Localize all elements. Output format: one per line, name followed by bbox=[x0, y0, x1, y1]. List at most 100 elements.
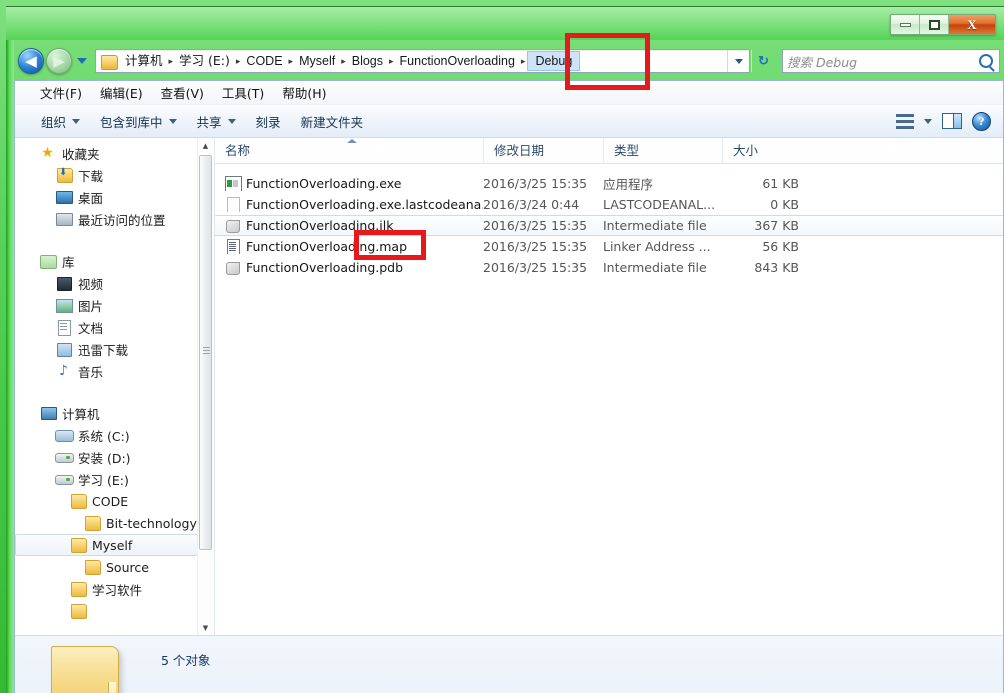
navigation-pane-scrollbar[interactable]: ▲ ▼ bbox=[197, 138, 212, 635]
file-date-cell: 2016/3/25 15:35 bbox=[483, 260, 588, 275]
sidebar-item-documents[interactable]: 文档 bbox=[15, 316, 214, 338]
menu-item-edit[interactable]: 编辑(E) bbox=[91, 81, 152, 104]
table-row[interactable]: FunctionOverloading.map 2016/3/25 15:35 … bbox=[215, 236, 1003, 257]
file-name-cell: FunctionOverloading.map bbox=[215, 239, 483, 254]
computer-icon bbox=[39, 405, 57, 421]
column-header-row: 名称 修改日期 类型 大小 bbox=[215, 137, 1003, 164]
folder-icon bbox=[69, 537, 87, 553]
file-type-cell: Intermediate file bbox=[603, 218, 707, 233]
chevron-right-icon: ▸ bbox=[520, 55, 526, 66]
table-row[interactable]: FunctionOverloading.pdb 2016/3/25 15:35 … bbox=[215, 257, 1003, 278]
search-input[interactable]: 搜索 Debug bbox=[782, 49, 1000, 73]
table-row[interactable]: FunctionOverloading.exe.lastcodeana... 2… bbox=[215, 194, 1003, 215]
toolbar-new-folder-button[interactable]: 新建文件夹 bbox=[291, 108, 374, 135]
breadcrumb-chevron-down-icon[interactable] bbox=[727, 50, 749, 72]
sidebar-item-bit-technology[interactable]: Bit-technology bbox=[15, 512, 214, 534]
breadcrumb[interactable]: 计算机 ▸ 学习 (E:) ▸ CODE ▸ Myself ▸ Blogs ▸ … bbox=[95, 49, 750, 73]
menu-item-help[interactable]: 帮助(H) bbox=[273, 81, 335, 104]
file-name-cell: FunctionOverloading.ilk bbox=[215, 218, 483, 233]
file-date-cell: 2016/3/25 15:35 bbox=[483, 218, 588, 233]
sidebar-item-downloads[interactable]: 下载 bbox=[15, 164, 214, 186]
file-date-cell: 2016/3/25 15:35 bbox=[483, 176, 588, 191]
breadcrumb-item-debug[interactable]: Debug bbox=[527, 51, 581, 71]
recent-locations-chevron-down-icon[interactable] bbox=[77, 58, 87, 64]
file-type-cell: LASTCODEANAL... bbox=[603, 197, 716, 212]
sidebar-item-favorites[interactable]: ★ 收藏夹 bbox=[15, 142, 214, 164]
sidebar-item-libraries[interactable]: 库 bbox=[15, 250, 214, 272]
toolbar-share-label: 共享 bbox=[196, 114, 222, 130]
menu-item-file[interactable]: 文件(F) bbox=[31, 81, 91, 104]
sidebar-item-desktop[interactable]: 桌面 bbox=[15, 186, 214, 208]
sidebar-item-myself[interactable]: Myself bbox=[15, 534, 206, 556]
sidebar-item-drive-d[interactable]: 安装 (D:) bbox=[15, 446, 214, 468]
file-type-cell: 应用程序 bbox=[603, 177, 654, 192]
file-list-pane: 名称 修改日期 类型 大小 FunctionOverloading.exe 20… bbox=[215, 137, 1003, 635]
minimize-button[interactable] bbox=[891, 15, 920, 34]
file-size-cell: 61 KB bbox=[762, 176, 799, 191]
toolbar-share-button[interactable]: 共享 bbox=[187, 108, 246, 135]
breadcrumb-item-blogs[interactable]: Blogs bbox=[348, 51, 387, 71]
scroll-down-icon[interactable]: ▼ bbox=[198, 620, 213, 635]
view-options-icon[interactable] bbox=[896, 113, 914, 129]
breadcrumb-item-functionoverloading[interactable]: FunctionOverloading bbox=[396, 51, 519, 71]
menu-item-view[interactable]: 查看(V) bbox=[152, 81, 213, 104]
details-text-group: 5 个对象 bbox=[161, 650, 210, 669]
chevron-down-icon[interactable] bbox=[924, 118, 932, 124]
window-controls: X bbox=[890, 14, 996, 35]
sidebar-item-pictures[interactable]: 图片 bbox=[15, 294, 214, 316]
chevron-right-icon: ▸ bbox=[288, 55, 294, 66]
sidebar-item-videos[interactable]: 视频 bbox=[15, 272, 214, 294]
breadcrumb-item-myself[interactable]: Myself bbox=[295, 51, 339, 71]
sidebar-item-label: 文档 bbox=[78, 320, 104, 336]
recent-places-icon bbox=[55, 211, 73, 227]
maximize-button[interactable] bbox=[920, 15, 949, 34]
table-row[interactable]: FunctionOverloading.ilk 2016/3/25 15:35 … bbox=[215, 215, 1003, 236]
chevron-right-icon: ▸ bbox=[389, 55, 394, 66]
scrollbar-thumb[interactable] bbox=[199, 155, 212, 550]
menu-item-tools[interactable]: 工具(T) bbox=[213, 81, 273, 104]
sidebar-item-xunlei-downloads[interactable]: 迅雷下载 bbox=[15, 338, 214, 360]
sidebar-item-study-software[interactable]: 学习软件 bbox=[15, 578, 214, 600]
window-title-bar bbox=[6, 6, 1004, 40]
folder-icon bbox=[83, 515, 101, 531]
address-bar-row: ◀ ▶ 计算机 ▸ 学习 (E:) ▸ CODE ▸ Myself ▸ Blog… bbox=[14, 42, 1004, 80]
breadcrumb-item-computer[interactable]: 计算机 bbox=[121, 51, 167, 71]
sidebar-item-drive-c[interactable]: 系统 (C:) bbox=[15, 424, 214, 446]
sidebar-item-label: 视频 bbox=[78, 276, 104, 292]
table-row[interactable]: FunctionOverloading.exe 2016/3/25 15:35 … bbox=[215, 173, 1003, 194]
text-file-icon bbox=[225, 239, 240, 254]
nav-group-libraries: 库 视频 图片 文档 迅雷下载 ♪ 音乐 bbox=[15, 250, 214, 382]
file-size-cell: 0 KB bbox=[770, 197, 799, 212]
breadcrumb-item-code[interactable]: CODE bbox=[242, 51, 286, 71]
sidebar-item-music[interactable]: ♪ 音乐 bbox=[15, 360, 214, 382]
drive-system-icon bbox=[55, 427, 74, 443]
toolbar-burn-button[interactable]: 刻录 bbox=[246, 108, 291, 135]
column-header-date-modified[interactable]: 修改日期 bbox=[483, 137, 603, 164]
toolbar-include-in-library-label: 包含到库中 bbox=[100, 114, 163, 130]
file-name-cell: FunctionOverloading.exe bbox=[215, 176, 483, 191]
sidebar-item-code[interactable]: CODE bbox=[15, 490, 214, 512]
minimize-icon bbox=[899, 22, 911, 27]
forward-button[interactable]: ▶ bbox=[46, 48, 72, 74]
scroll-up-icon[interactable]: ▲ bbox=[198, 138, 213, 153]
column-header-size[interactable]: 大小 bbox=[722, 137, 805, 164]
help-icon[interactable]: ? bbox=[972, 111, 991, 131]
back-button[interactable]: ◀ bbox=[18, 48, 44, 74]
item-count-label: 5 个对象 bbox=[161, 653, 211, 668]
file-name-cell: FunctionOverloading.exe.lastcodeana... bbox=[215, 197, 483, 212]
music-icon: ♪ bbox=[59, 363, 68, 379]
preview-pane-icon[interactable] bbox=[942, 113, 962, 129]
pictures-icon bbox=[55, 297, 73, 313]
sidebar-item-partial[interactable] bbox=[15, 600, 214, 622]
breadcrumb-item-drive-e[interactable]: 学习 (E:) bbox=[175, 51, 234, 71]
folder-download-icon bbox=[55, 167, 73, 183]
close-button[interactable]: X bbox=[949, 15, 995, 34]
sidebar-item-source[interactable]: Source bbox=[15, 556, 214, 578]
sidebar-item-recent-places[interactable]: 最近访问的位置 bbox=[15, 208, 214, 230]
column-header-type[interactable]: 类型 bbox=[603, 137, 722, 164]
sidebar-item-computer[interactable]: 计算机 bbox=[15, 402, 214, 424]
toolbar-organize-button[interactable]: 组织 bbox=[31, 108, 90, 135]
refresh-icon[interactable]: ↻ bbox=[751, 50, 775, 72]
toolbar-include-in-library-button[interactable]: 包含到库中 bbox=[90, 108, 187, 135]
sidebar-item-drive-e[interactable]: 学习 (E:) bbox=[15, 468, 214, 490]
